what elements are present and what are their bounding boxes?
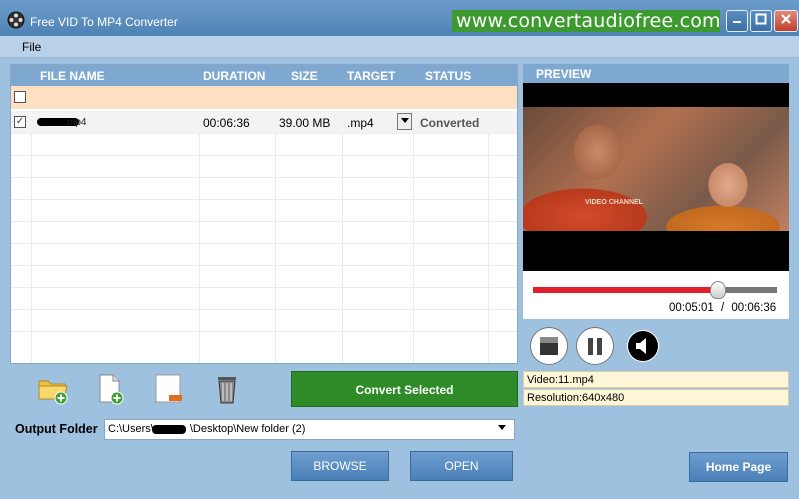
maximize-button[interactable]	[750, 10, 772, 32]
row-divider	[11, 199, 517, 200]
output-path-start: C:\Users\	[108, 423, 154, 435]
seek-handle[interactable]	[710, 281, 727, 299]
browse-button[interactable]: BROWSE	[291, 451, 389, 481]
target-dropdown-button[interactable]	[397, 113, 412, 130]
total-time: 00:06:36	[731, 302, 777, 314]
trash-icon[interactable]	[210, 372, 244, 406]
preview-header: PREVIEW	[523, 64, 789, 83]
close-button[interactable]	[774, 10, 798, 32]
video-preview: VIDEO CHANNEL	[523, 83, 789, 271]
title-bar: Free VID To MP4 Converter www.convertaud…	[0, 0, 799, 36]
convert-selected-button[interactable]: Convert Selected	[291, 371, 518, 407]
video-frame: VIDEO CHANNEL	[523, 107, 789, 231]
minimize-icon	[733, 21, 741, 23]
resolution-info: Resolution:640x480	[523, 389, 789, 406]
time-separator: /	[720, 302, 725, 314]
seek-track[interactable]	[533, 281, 777, 299]
window-title: Free VID To MP4 Converter	[30, 15, 178, 29]
seek-bar-area: 00:05:01 / 00:06:36	[523, 271, 789, 319]
chevron-down-icon[interactable]	[498, 425, 506, 431]
row-divider	[11, 309, 517, 310]
cell-file-name: mp4	[67, 117, 87, 128]
website-banner-link[interactable]: www.convertaudiofree.com	[452, 10, 720, 32]
row-divider	[11, 133, 517, 134]
row-divider	[11, 265, 517, 266]
row-divider	[11, 155, 517, 156]
time-readout: 00:05:01 / 00:06:36	[669, 302, 776, 314]
film-reel-icon	[7, 11, 25, 29]
close-icon	[781, 14, 791, 24]
seek-progress	[533, 287, 719, 293]
row-divider	[11, 331, 517, 332]
table-header: FILE NAME DURATION SIZE TARGET STATUS	[11, 65, 517, 86]
column-divider	[488, 111, 489, 363]
header-target[interactable]: TARGET	[347, 69, 395, 83]
file-toolbar	[10, 368, 290, 408]
header-status[interactable]: STATUS	[425, 69, 471, 83]
redacted-username	[152, 425, 186, 434]
minimize-button[interactable]	[726, 10, 748, 32]
header-duration[interactable]: DURATION	[203, 69, 265, 83]
app-window: Free VID To MP4 Converter www.convertaud…	[0, 0, 799, 499]
playback-controls	[523, 322, 789, 370]
speaker-icon	[628, 331, 658, 361]
column-divider	[31, 111, 32, 363]
output-path-end: \Desktop\New folder (2)	[189, 423, 306, 435]
table-row[interactable]: ✓ mp4 00:06:36 39.00 MB .mp4 Converted	[11, 111, 517, 133]
menu-file[interactable]: File	[22, 40, 41, 54]
cell-duration: 00:06:36	[203, 116, 250, 130]
row-divider	[11, 287, 517, 288]
cell-target: .mp4	[347, 116, 374, 130]
column-divider	[199, 111, 200, 363]
cell-size: 39.00 MB	[279, 116, 331, 130]
row-divider	[11, 221, 517, 222]
current-time: 00:05:01	[669, 302, 714, 314]
pause-icon	[588, 338, 602, 355]
output-folder-label: Output Folder	[15, 422, 98, 436]
row-divider	[11, 177, 517, 178]
select-all-checkbox[interactable]	[14, 91, 26, 103]
row-checkbox[interactable]: ✓	[14, 116, 26, 128]
menu-bar: File	[0, 36, 799, 58]
open-button[interactable]: OPEN	[410, 451, 513, 481]
chevron-down-icon	[400, 118, 409, 123]
header-file-name[interactable]: FILE NAME	[40, 69, 105, 83]
column-divider	[275, 111, 276, 363]
stop-button[interactable]	[530, 327, 568, 365]
select-all-row	[11, 86, 517, 109]
remove-file-icon[interactable]	[151, 372, 185, 406]
volume-button[interactable]	[627, 330, 659, 362]
header-size[interactable]: SIZE	[291, 69, 318, 83]
home-page-button[interactable]: Home Page	[689, 452, 788, 482]
row-divider	[11, 243, 517, 244]
pause-button[interactable]	[576, 327, 614, 365]
cell-status: Converted	[420, 116, 480, 130]
video-info: Video:11.mp4	[523, 371, 789, 388]
add-file-icon[interactable]	[92, 372, 126, 406]
add-folder-icon[interactable]	[36, 372, 70, 406]
maximize-icon	[755, 13, 767, 25]
file-list-table: FILE NAME DURATION SIZE TARGET STATUS ✓ …	[10, 64, 518, 364]
stop-icon	[540, 337, 558, 355]
video-watermark: VIDEO CHANNEL	[585, 199, 643, 206]
column-divider	[413, 111, 414, 363]
column-divider	[342, 111, 343, 363]
